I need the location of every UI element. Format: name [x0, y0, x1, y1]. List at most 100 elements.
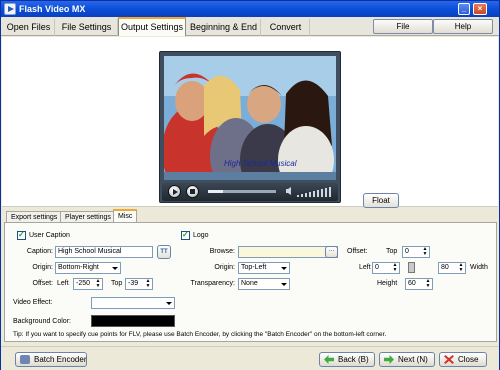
caption-origin-value: Bottom-Right [58, 264, 99, 271]
caption-offset-label: Offset: [32, 280, 54, 287]
close-icon [444, 355, 454, 364]
spinner-arrows-icon[interactable]: ▲ ▼ [422, 247, 428, 257]
video-frame: High School Musical [164, 56, 336, 180]
tab-file-settings[interactable]: File Settings [56, 19, 118, 36]
misc-panel: User Caption Caption: High School Musica… [4, 222, 497, 342]
help-menu-button[interactable]: Help [433, 19, 493, 34]
player-controls [162, 183, 338, 201]
video-effect-select[interactable] [91, 297, 175, 309]
logo-transparency-value: None [241, 280, 258, 287]
logo-width-label: Width [470, 264, 488, 271]
batch-encoder-icon [20, 355, 30, 364]
logo-height-label: Height [377, 280, 398, 287]
logo-height-value: 60 [408, 280, 416, 287]
logo-left-value: 0 [375, 264, 379, 271]
user-caption-checkbox[interactable] [17, 230, 26, 240]
logo-origin-value: Top-Left [241, 264, 267, 271]
spinner-arrows-icon[interactable]: ▲ ▼ [95, 279, 101, 289]
logo-top-stepper[interactable]: 0 ▲ ▼ [402, 246, 430, 258]
batch-encoder-button[interactable]: Batch Encoder [15, 352, 87, 367]
caption-origin-label: Origin: [32, 264, 53, 271]
minimize-button[interactable]: _ [458, 3, 470, 15]
logo-height-stepper[interactable]: 60 ▲ ▼ [405, 278, 433, 290]
caption-left-value: -250 [76, 280, 91, 287]
tab-convert[interactable]: Convert [262, 19, 310, 36]
caption-label: Caption: [26, 248, 53, 255]
logo-width-stepper[interactable]: 80 ▲ ▼ [438, 262, 466, 274]
caption-left-label: Left [57, 280, 69, 287]
back-label: Back (B) [338, 355, 369, 364]
stop-icon [190, 189, 195, 194]
logo-transparency-select[interactable]: None [238, 278, 290, 290]
caption-input[interactable]: High School Musical [55, 246, 153, 258]
title-bar: Flash Video MX _ × [1, 1, 499, 17]
back-arrow-icon [324, 355, 334, 364]
spinner-arrows-icon[interactable]: ▲ ▼ [145, 279, 151, 289]
close-label: Close [458, 355, 479, 364]
close-window-button[interactable]: × [473, 3, 487, 15]
logo-checkbox[interactable] [181, 230, 190, 240]
close-button[interactable]: Close [439, 352, 487, 367]
back-button[interactable]: Back (B) [319, 352, 375, 367]
video-effect-label: Video Effect: [13, 299, 53, 306]
caption-top-stepper[interactable]: -39 ▲ ▼ [125, 278, 153, 290]
spinner-arrows-icon[interactable]: ▲ ▼ [392, 263, 398, 273]
next-arrow-icon [384, 355, 394, 364]
background-color-label: Background Color: [13, 318, 71, 325]
caption-origin-select[interactable]: Bottom-Right [55, 262, 121, 274]
footer-bar: Batch Encoder Back (B) Next (N) Close [1, 346, 499, 370]
chevron-down-icon [112, 267, 118, 270]
spinner-arrows-icon[interactable]: ▲ ▼ [425, 279, 431, 289]
volume-icon[interactable] [286, 187, 291, 195]
volume-bar [329, 187, 331, 197]
play-icon [173, 189, 178, 195]
tab-beginning-end[interactable]: Beginning & End [187, 19, 261, 36]
logo-browse-button[interactable]: ··· [325, 246, 338, 258]
volume-bar [321, 189, 323, 197]
caption-top-value: -39 [128, 280, 139, 287]
caption-font-button[interactable]: TT [157, 245, 171, 259]
logo-browse-input[interactable] [238, 246, 338, 258]
logo-label: Logo [193, 232, 209, 239]
window-title: Flash Video MX [19, 4, 86, 14]
volume-bar [317, 190, 319, 197]
seek-fill [208, 190, 223, 193]
logo-origin-label: Origin: [214, 264, 235, 271]
stop-button[interactable] [186, 185, 199, 198]
seek-bar[interactable] [208, 190, 276, 193]
logo-left-stepper[interactable]: 0 ▲ ▼ [372, 262, 400, 274]
tab-output-settings[interactable]: Output Settings [118, 17, 186, 36]
main-tab-bar: Open Files File Settings Output Settings… [1, 17, 499, 36]
play-button[interactable] [168, 185, 181, 198]
chevron-down-icon [281, 267, 287, 270]
app-window: Flash Video MX _ × Open Files File Setti… [0, 0, 500, 370]
app-icon [4, 3, 16, 15]
volume-bar [309, 192, 311, 197]
logo-origin-select[interactable]: Top-Left [238, 262, 290, 274]
volume-bar [301, 194, 303, 197]
logo-preview-icon [408, 262, 415, 273]
logo-left-label: Left [359, 264, 371, 271]
subtab-misc[interactable]: Misc [113, 209, 138, 223]
user-caption-label: User Caption [29, 232, 70, 239]
tab-open-files[interactable]: Open Files [3, 19, 55, 36]
background-color-swatch[interactable] [91, 315, 175, 327]
logo-browse-label: Browse: [209, 248, 235, 255]
logo-top-value: 0 [405, 248, 409, 255]
caption-left-stepper[interactable]: -250 ▲ ▼ [73, 278, 103, 290]
volume-bar [313, 191, 315, 197]
file-menu-button[interactable]: File [373, 19, 433, 34]
sub-tab-bar: Export settings Player settings Misc [4, 209, 496, 223]
volume-bar [305, 193, 307, 197]
spinner-arrows-icon[interactable]: ▲ ▼ [458, 263, 464, 273]
chevron-down-icon [281, 283, 287, 286]
logo-top-label: Top [386, 248, 398, 255]
next-button[interactable]: Next (N) [379, 352, 435, 367]
logo-transparency-label: Transparency: [190, 280, 235, 287]
float-button[interactable]: Float [363, 193, 399, 208]
logo-offset-label: Offset: [347, 248, 368, 255]
logo-width-value: 80 [441, 264, 449, 271]
volume-bars[interactable] [297, 186, 333, 197]
next-label: Next (N) [398, 355, 428, 364]
tip-text: Tip: If you want to specify cue points f… [13, 331, 387, 338]
